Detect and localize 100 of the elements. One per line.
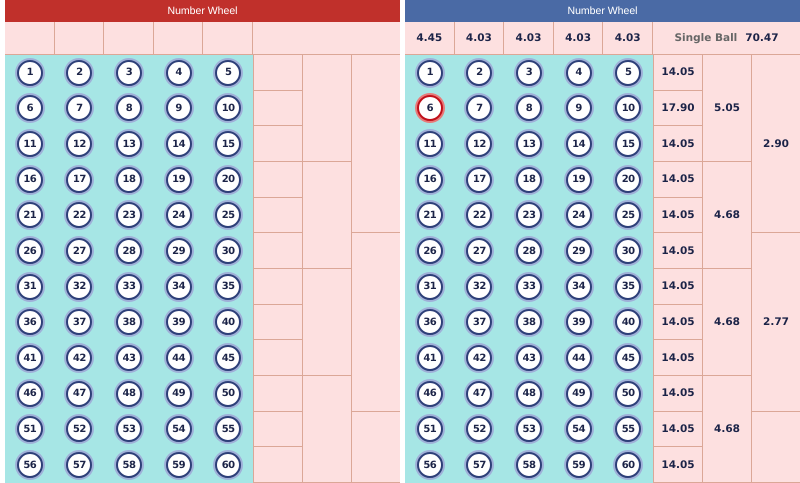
odds-cell[interactable]: 14.05 [653,198,702,234]
number-ball[interactable]: 31 [416,274,443,300]
odds-cell[interactable]: 4.68 [702,376,751,483]
number-ball[interactable]: 55 [615,416,642,442]
number-ball[interactable]: 52 [466,416,492,442]
number-ball[interactable]: 5 [215,60,242,86]
number-ball[interactable]: 34 [566,274,592,300]
number-ball[interactable]: 35 [615,274,642,300]
odds-cell[interactable]: 14.05 [653,412,702,448]
number-ball[interactable]: 5 [615,60,642,86]
number-ball[interactable]: 39 [566,309,592,336]
number-ball[interactable]: 27 [66,238,92,264]
odds-cell[interactable]: 14.05 [653,447,702,483]
number-ball[interactable]: 23 [116,202,142,228]
number-ball[interactable]: 41 [16,345,43,372]
odds-cell[interactable]: 14.05 [653,269,702,305]
number-ball[interactable]: 28 [516,238,542,264]
number-ball[interactable]: 42 [66,345,92,372]
odds-cell[interactable]: 2.90 [751,55,800,234]
number-ball[interactable]: 23 [516,202,542,228]
odds-cell[interactable]: 4.68 [702,269,751,376]
number-ball[interactable]: 32 [66,274,92,300]
number-ball[interactable]: 21 [416,202,443,228]
number-ball[interactable]: 19 [566,166,592,193]
number-ball[interactable]: 29 [566,238,592,264]
number-ball[interactable]: 9 [566,95,592,122]
number-ball[interactable]: 26 [16,238,43,264]
number-ball[interactable]: 55 [215,416,242,442]
number-ball[interactable]: 28 [116,238,142,264]
number-ball[interactable]: 13 [116,131,142,158]
number-ball[interactable]: 38 [516,309,542,336]
number-ball[interactable]: 8 [116,95,142,122]
number-ball[interactable]: 11 [416,131,443,158]
number-ball[interactable]: 56 [16,452,43,478]
number-ball[interactable]: 18 [516,166,542,193]
number-ball[interactable]: 38 [116,309,142,336]
number-ball[interactable]: 22 [66,202,92,228]
number-ball[interactable]: 4 [166,60,192,86]
number-ball[interactable]: 7 [66,95,92,122]
number-ball[interactable]: 47 [66,380,92,407]
number-ball[interactable]: 58 [116,452,142,478]
number-ball[interactable]: 50 [215,380,242,407]
number-ball[interactable]: 45 [215,345,242,372]
number-ball[interactable]: 25 [215,202,242,228]
number-ball[interactable]: 3 [116,60,142,86]
number-ball[interactable]: 45 [615,345,642,372]
number-ball[interactable]: 60 [615,452,642,478]
number-ball[interactable]: 14 [166,131,192,158]
number-ball[interactable]: 51 [416,416,443,442]
number-ball[interactable]: 14 [566,131,592,158]
number-ball[interactable]: 25 [615,202,642,228]
number-ball[interactable]: 47 [466,380,492,407]
number-ball[interactable]: 53 [516,416,542,442]
number-ball[interactable]: 57 [66,452,92,478]
number-ball[interactable]: 36 [16,309,43,336]
number-ball[interactable]: 40 [615,309,642,336]
number-ball[interactable]: 46 [416,380,443,407]
number-ball[interactable]: 52 [66,416,92,442]
number-ball[interactable]: 34 [166,274,192,300]
number-ball[interactable]: 57 [466,452,492,478]
number-ball[interactable]: 17 [66,166,92,193]
number-ball[interactable]: 53 [116,416,142,442]
number-ball[interactable]: 20 [215,166,242,193]
number-ball[interactable]: 12 [466,131,492,158]
number-ball[interactable]: 16 [16,166,43,193]
number-ball[interactable]: 46 [16,380,43,407]
number-ball[interactable]: 21 [16,202,43,228]
number-ball[interactable]: 32 [466,274,492,300]
odds-cell[interactable]: 14.05 [653,126,702,162]
odds-cell[interactable]: 14.05 [653,55,702,91]
number-ball[interactable]: 8 [516,95,542,122]
number-ball[interactable]: 31 [16,274,43,300]
number-ball[interactable]: 39 [166,309,192,336]
number-ball[interactable]: 50 [615,380,642,407]
number-ball[interactable]: 1 [16,60,43,86]
number-ball[interactable]: 27 [466,238,492,264]
number-ball[interactable]: 13 [516,131,542,158]
number-ball[interactable]: 42 [466,345,492,372]
odds-cell[interactable]: 14.05 [653,340,702,376]
number-ball[interactable]: 49 [166,380,192,407]
number-ball[interactable]: 37 [66,309,92,336]
number-ball[interactable]: 2 [66,60,92,86]
number-ball[interactable]: 54 [566,416,592,442]
number-ball[interactable]: 6 [416,95,443,122]
number-ball[interactable]: 24 [566,202,592,228]
number-ball[interactable]: 20 [615,166,642,193]
number-ball[interactable]: 17 [466,166,492,193]
number-ball[interactable]: 29 [166,238,192,264]
number-ball[interactable]: 9 [166,95,192,122]
number-ball[interactable]: 44 [566,345,592,372]
number-ball[interactable]: 54 [166,416,192,442]
number-ball[interactable]: 10 [615,95,642,122]
number-ball[interactable]: 12 [66,131,92,158]
number-ball[interactable]: 48 [516,380,542,407]
number-ball[interactable]: 22 [466,202,492,228]
number-ball[interactable]: 59 [566,452,592,478]
odds-cell[interactable]: 2.77 [751,233,800,412]
number-ball[interactable]: 18 [116,166,142,193]
odds-cell[interactable]: 17.90 [653,90,702,126]
number-ball[interactable]: 30 [615,238,642,264]
